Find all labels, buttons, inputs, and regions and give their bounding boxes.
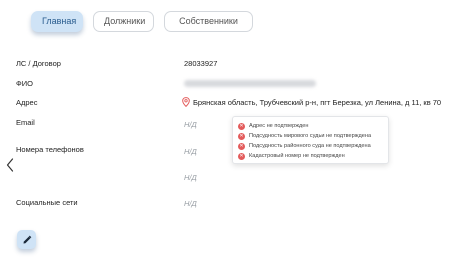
phones-label: Номера телефонов (16, 145, 84, 154)
chevron-left-icon[interactable] (6, 158, 14, 172)
status-text: Подсудность мирового судьи не подтвержде… (249, 133, 372, 139)
tab-main[interactable]: Главная (31, 11, 83, 32)
account-value: 28033927 (184, 59, 218, 68)
social-label: Социальные сети (16, 198, 78, 207)
fio-label: ФИО (16, 79, 33, 88)
error-circle-icon: ✕ (238, 142, 245, 150)
error-circle-icon: ✕ (238, 152, 245, 160)
status-district-court: ✕ Подсудность районного суда не подтверж… (238, 141, 383, 151)
email-label: Email (16, 118, 35, 127)
address-status-popover: ✕ Адрес не подтвержден ✕ Подсудность мир… (232, 116, 389, 164)
address-label: Адрес (16, 98, 38, 107)
client-card-page: Главная Должники Собственники ЛС / Догов… (0, 0, 449, 263)
phones-value: Н/Д (184, 147, 197, 156)
tab-debtors[interactable]: Должники (93, 11, 154, 32)
address-value-wrap[interactable]: Брянская область, Трубчевский р-н, пгт Б… (182, 97, 442, 108)
tab-owners[interactable]: Собственники (164, 11, 253, 32)
pencil-icon (23, 235, 31, 243)
status-text: Кадастровый номер не подтвержден (249, 153, 345, 159)
tab-bar: Главная Должники Собственники (31, 11, 253, 32)
edit-button[interactable] (17, 230, 36, 249)
status-cadastral: ✕ Кадастровый номер не подтвержден (238, 151, 383, 161)
account-label: ЛС / Договор (16, 59, 61, 68)
map-pin-icon (182, 97, 190, 108)
fio-value-redacted (184, 79, 316, 90)
phones-value-2: Н/Д (184, 173, 197, 182)
address-value: Брянская область, Трубчевский р-н, пгт Б… (193, 98, 442, 107)
error-circle-icon: ✕ (238, 122, 245, 130)
error-circle-icon: ✕ (238, 132, 245, 140)
social-value: Н/Д (184, 199, 197, 208)
status-magistrate: ✕ Подсудность мирового судьи не подтверж… (238, 131, 383, 141)
email-value: Н/Д (184, 120, 197, 129)
status-text: Адрес не подтвержден (249, 123, 309, 129)
status-text: Подсудность районного суда не подтвержде… (249, 143, 371, 149)
status-address: ✕ Адрес не подтвержден (238, 121, 383, 131)
